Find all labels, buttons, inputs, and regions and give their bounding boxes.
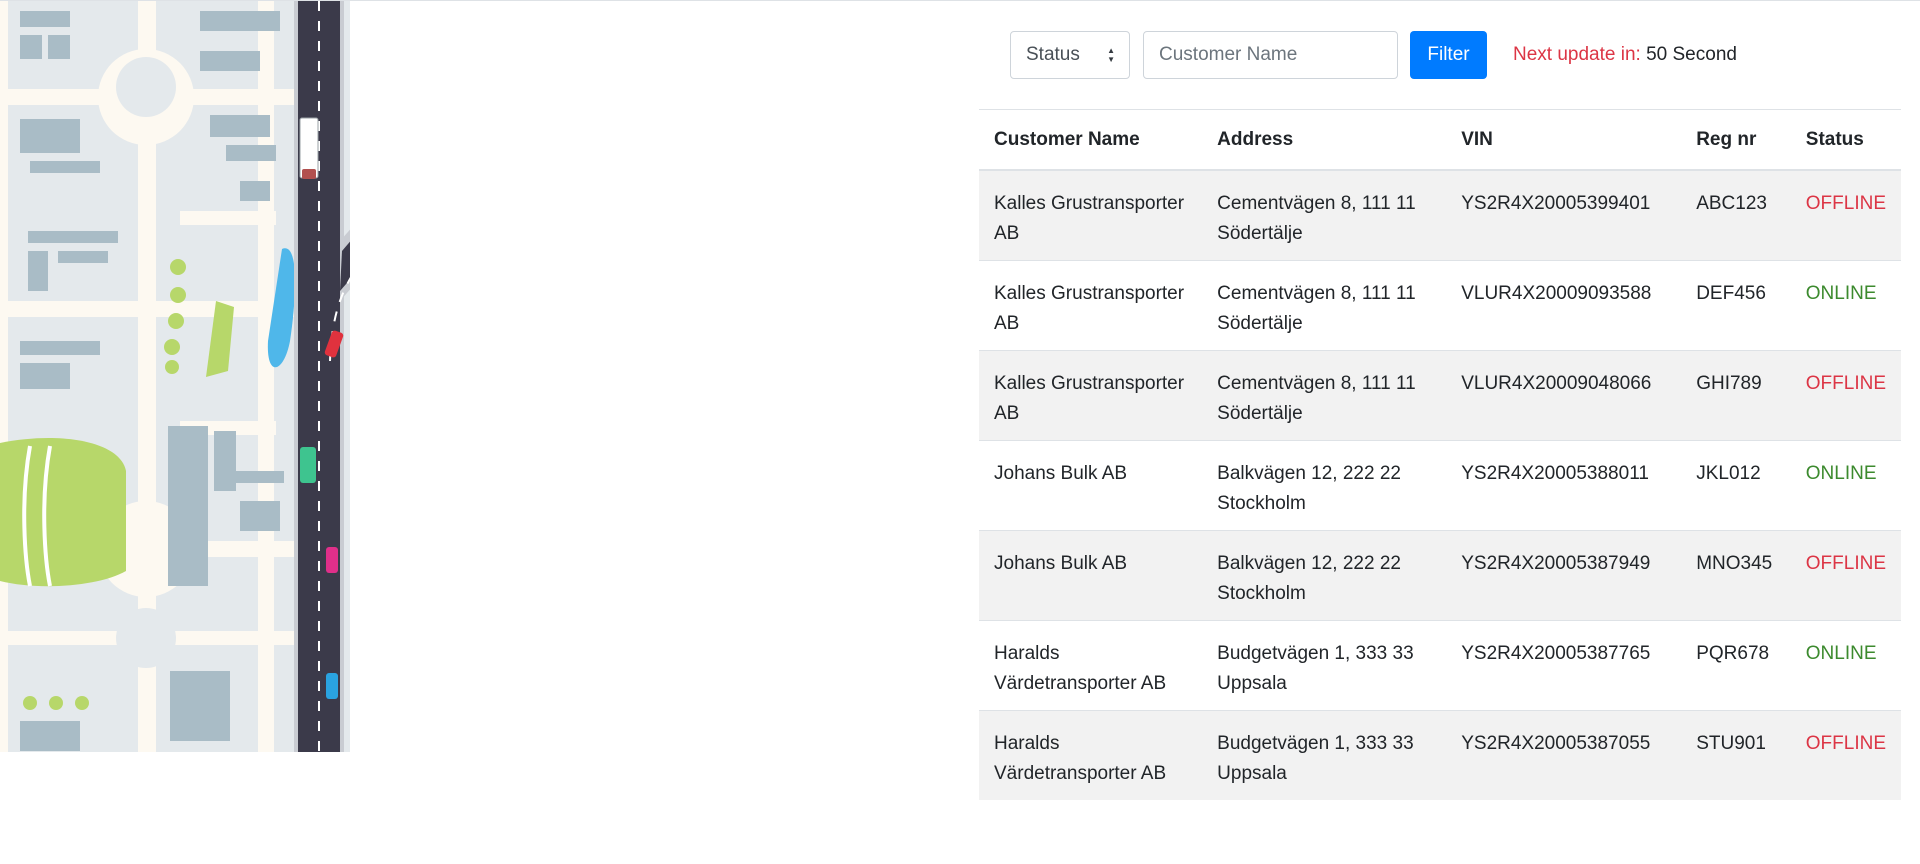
table-row: Johans Bulk AB Balkvägen 12, 222 22 Stoc…: [979, 439, 1901, 530]
column-header-status: Status: [1790, 109, 1901, 171]
next-update-label: Next update in:: [1513, 44, 1641, 65]
cell-reg-nr: ABC123: [1681, 169, 1791, 260]
column-header-address: Address: [1202, 109, 1447, 171]
cell-status: OFFLINE: [1790, 709, 1901, 800]
status-select-value: Status: [1026, 44, 1080, 65]
column-header-customer-name: Customer Name: [979, 109, 1203, 171]
cell-status: ONLINE: [1790, 619, 1901, 710]
cell-reg-nr: DEF456: [1681, 259, 1791, 350]
select-caret-icon: ▲ ▼: [1107, 46, 1115, 64]
cell-address: Balkvägen 12, 222 22 Stockholm: [1202, 529, 1447, 620]
cell-vin: YS2R4X20005387055: [1446, 709, 1682, 800]
customer-name-input[interactable]: [1143, 31, 1398, 79]
table-row: Kalles Grustransporter AB Cementvägen 8,…: [979, 349, 1901, 440]
status-select[interactable]: Status ▲ ▼: [1010, 31, 1130, 79]
cell-status: OFFLINE: [1790, 529, 1901, 620]
cell-status: OFFLINE: [1790, 169, 1901, 260]
column-header-vin: VIN: [1446, 109, 1682, 171]
cell-customer-name: Johans Bulk AB: [979, 439, 1203, 530]
cell-vin: YS2R4X20005387949: [1446, 529, 1682, 620]
cell-address: Cementvägen 8, 111 11 Södertälje: [1202, 349, 1447, 440]
cell-vin: YS2R4X20005388011: [1446, 439, 1682, 530]
vehicle-table: Customer Name Address VIN Reg nr Status …: [979, 109, 1901, 800]
cell-reg-nr: GHI789: [1681, 349, 1791, 440]
cell-customer-name: Kalles Grustransporter AB: [979, 259, 1203, 350]
cell-reg-nr: JKL012: [1681, 439, 1791, 530]
column-header-reg-nr: Reg nr: [1681, 109, 1791, 171]
filter-button[interactable]: Filter: [1410, 31, 1487, 79]
cell-customer-name: Haralds Värdetransporter AB: [979, 619, 1203, 710]
table-row: Haralds Värdetransporter AB Budgetvägen …: [979, 709, 1901, 800]
cell-address: Budgetvägen 1, 333 33 Uppsala: [1202, 709, 1447, 800]
cell-address: Budgetvägen 1, 333 33 Uppsala: [1202, 619, 1447, 710]
city-map-illustration: [0, 1, 350, 752]
table-row: Johans Bulk AB Balkvägen 12, 222 22 Stoc…: [979, 529, 1901, 620]
cell-status: ONLINE: [1790, 439, 1901, 530]
cell-address: Cementvägen 8, 111 11 Södertälje: [1202, 169, 1447, 260]
table-row: Kalles Grustransporter AB Cementvägen 8,…: [979, 259, 1901, 350]
cell-vin: VLUR4X20009048066: [1446, 349, 1682, 440]
next-update-countdown: 50 Second: [1646, 44, 1737, 65]
cell-customer-name: Kalles Grustransporter AB: [979, 349, 1203, 440]
cell-status: OFFLINE: [1790, 349, 1901, 440]
cell-status: ONLINE: [1790, 259, 1901, 350]
cell-address: Cementvägen 8, 111 11 Södertälje: [1202, 259, 1447, 350]
cell-vin: YS2R4X20005399401: [1446, 169, 1682, 260]
cell-vin: VLUR4X20009093588: [1446, 259, 1682, 350]
cell-customer-name: Haralds Värdetransporter AB: [979, 709, 1203, 800]
cell-reg-nr: PQR678: [1681, 619, 1791, 710]
cell-customer-name: Johans Bulk AB: [979, 529, 1203, 620]
table-row: Kalles Grustransporter AB Cementvägen 8,…: [979, 169, 1901, 260]
cell-reg-nr: MNO345: [1681, 529, 1791, 620]
filter-bar: Status ▲▼ Filter Next update in: 50 Seco…: [1010, 30, 1737, 80]
next-update-status: Next update in: 50 Second: [1513, 44, 1737, 66]
cell-address: Balkvägen 12, 222 22 Stockholm: [1202, 439, 1447, 530]
cell-vin: YS2R4X20005387765: [1446, 619, 1682, 710]
cell-reg-nr: STU901: [1681, 709, 1791, 800]
table-header-row: Customer Name Address VIN Reg nr Status: [979, 109, 1901, 171]
table-row: Haralds Värdetransporter AB Budgetvägen …: [979, 619, 1901, 710]
cell-customer-name: Kalles Grustransporter AB: [979, 169, 1203, 260]
